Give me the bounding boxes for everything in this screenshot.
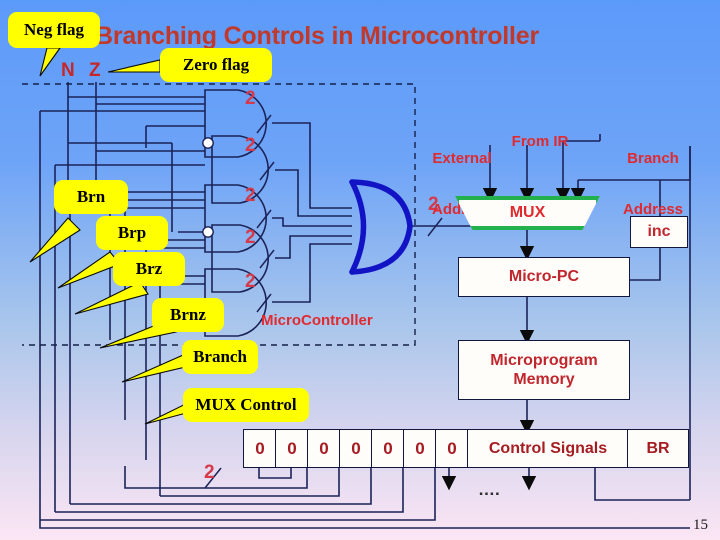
bus-width-gate2: 2 bbox=[245, 135, 256, 156]
bus-width-gate5: 2 bbox=[245, 271, 256, 292]
bit-value: 0 bbox=[255, 438, 265, 458]
from-ir-label: From IR bbox=[511, 133, 569, 150]
control-word-bit-5[interactable]: 0 bbox=[403, 429, 437, 468]
bit-value: 0 bbox=[447, 438, 457, 458]
mux-label: MUX bbox=[509, 204, 546, 221]
slide-canvas: Branching Controls in Microcontroller N … bbox=[0, 0, 720, 540]
callout-brp-label: Brp bbox=[117, 223, 147, 242]
control-signals-label: Control Signals bbox=[488, 439, 608, 457]
callout-neg-flag[interactable]: Neg flag bbox=[8, 12, 100, 48]
micro-pc-block[interactable]: Micro-PC bbox=[458, 257, 630, 297]
micro-pc-label: Micro-PC bbox=[508, 268, 580, 285]
callout-brnz-label: Brnz bbox=[170, 305, 206, 324]
external-address-line1: External bbox=[432, 150, 492, 167]
microprogram-memory-line2: Memory bbox=[513, 371, 575, 388]
br-label: BR bbox=[646, 439, 670, 457]
bit-value: 0 bbox=[319, 438, 329, 458]
callout-brp[interactable]: Brp bbox=[96, 216, 168, 250]
microprogram-memory-block[interactable]: Microprogram Memory bbox=[458, 340, 630, 400]
neg-flag-label: N bbox=[61, 60, 75, 81]
control-word-bit-1[interactable]: 0 bbox=[275, 429, 309, 468]
callout-mux-control[interactable]: MUX Control bbox=[183, 388, 309, 422]
bus-width-gate1: 2 bbox=[245, 88, 256, 109]
callout-brn[interactable]: Brn bbox=[54, 180, 128, 214]
mux-block[interactable]: MUX bbox=[455, 196, 600, 230]
inc-label: inc bbox=[647, 223, 671, 240]
callout-branch[interactable]: Branch bbox=[182, 340, 258, 374]
external-address-label: External Address bbox=[424, 116, 500, 252]
control-word-bit-2[interactable]: 0 bbox=[307, 429, 341, 468]
slide-page-number: 15 bbox=[693, 517, 708, 533]
callout-zero-flag[interactable]: Zero flag bbox=[160, 48, 272, 82]
bit-value: 0 bbox=[351, 438, 361, 458]
page-title: Branching Controls in Microcontroller bbox=[95, 22, 540, 50]
control-signals-ellipsis: …. bbox=[478, 480, 500, 499]
control-word-bit-4[interactable]: 0 bbox=[371, 429, 405, 468]
microcontroller-region-label: MicroController bbox=[261, 312, 373, 329]
callout-brz-label: Brz bbox=[135, 259, 163, 278]
branch-address-line1: Branch bbox=[627, 150, 679, 167]
callout-neg-flag-label: Neg flag bbox=[24, 20, 84, 39]
bus-width-mux-control: 2 bbox=[204, 462, 215, 483]
callout-brnz[interactable]: Brnz bbox=[152, 298, 224, 332]
callout-mux-control-label: MUX Control bbox=[195, 395, 297, 414]
bit-value: 0 bbox=[383, 438, 393, 458]
callout-zero-flag-label: Zero flag bbox=[182, 55, 250, 74]
control-signals-field[interactable]: Control Signals bbox=[467, 429, 629, 468]
bit-value: 0 bbox=[287, 438, 297, 458]
callout-brz[interactable]: Brz bbox=[113, 252, 185, 286]
callout-branch-label: Branch bbox=[193, 347, 247, 366]
bus-width-gate3: 2 bbox=[245, 185, 256, 206]
microprogram-memory-line1: Microprogram bbox=[490, 352, 598, 369]
bus-width-gate4: 2 bbox=[245, 227, 256, 248]
control-word-bit-0[interactable]: 0 bbox=[243, 429, 277, 468]
br-field[interactable]: BR bbox=[627, 429, 689, 468]
inc-block[interactable]: inc bbox=[630, 216, 688, 248]
zero-flag-label: Z bbox=[89, 60, 101, 81]
control-word-bit-3[interactable]: 0 bbox=[339, 429, 373, 468]
bit-value: 0 bbox=[415, 438, 425, 458]
control-word-bit-6[interactable]: 0 bbox=[435, 429, 469, 468]
callout-brn-label: Brn bbox=[76, 187, 106, 206]
